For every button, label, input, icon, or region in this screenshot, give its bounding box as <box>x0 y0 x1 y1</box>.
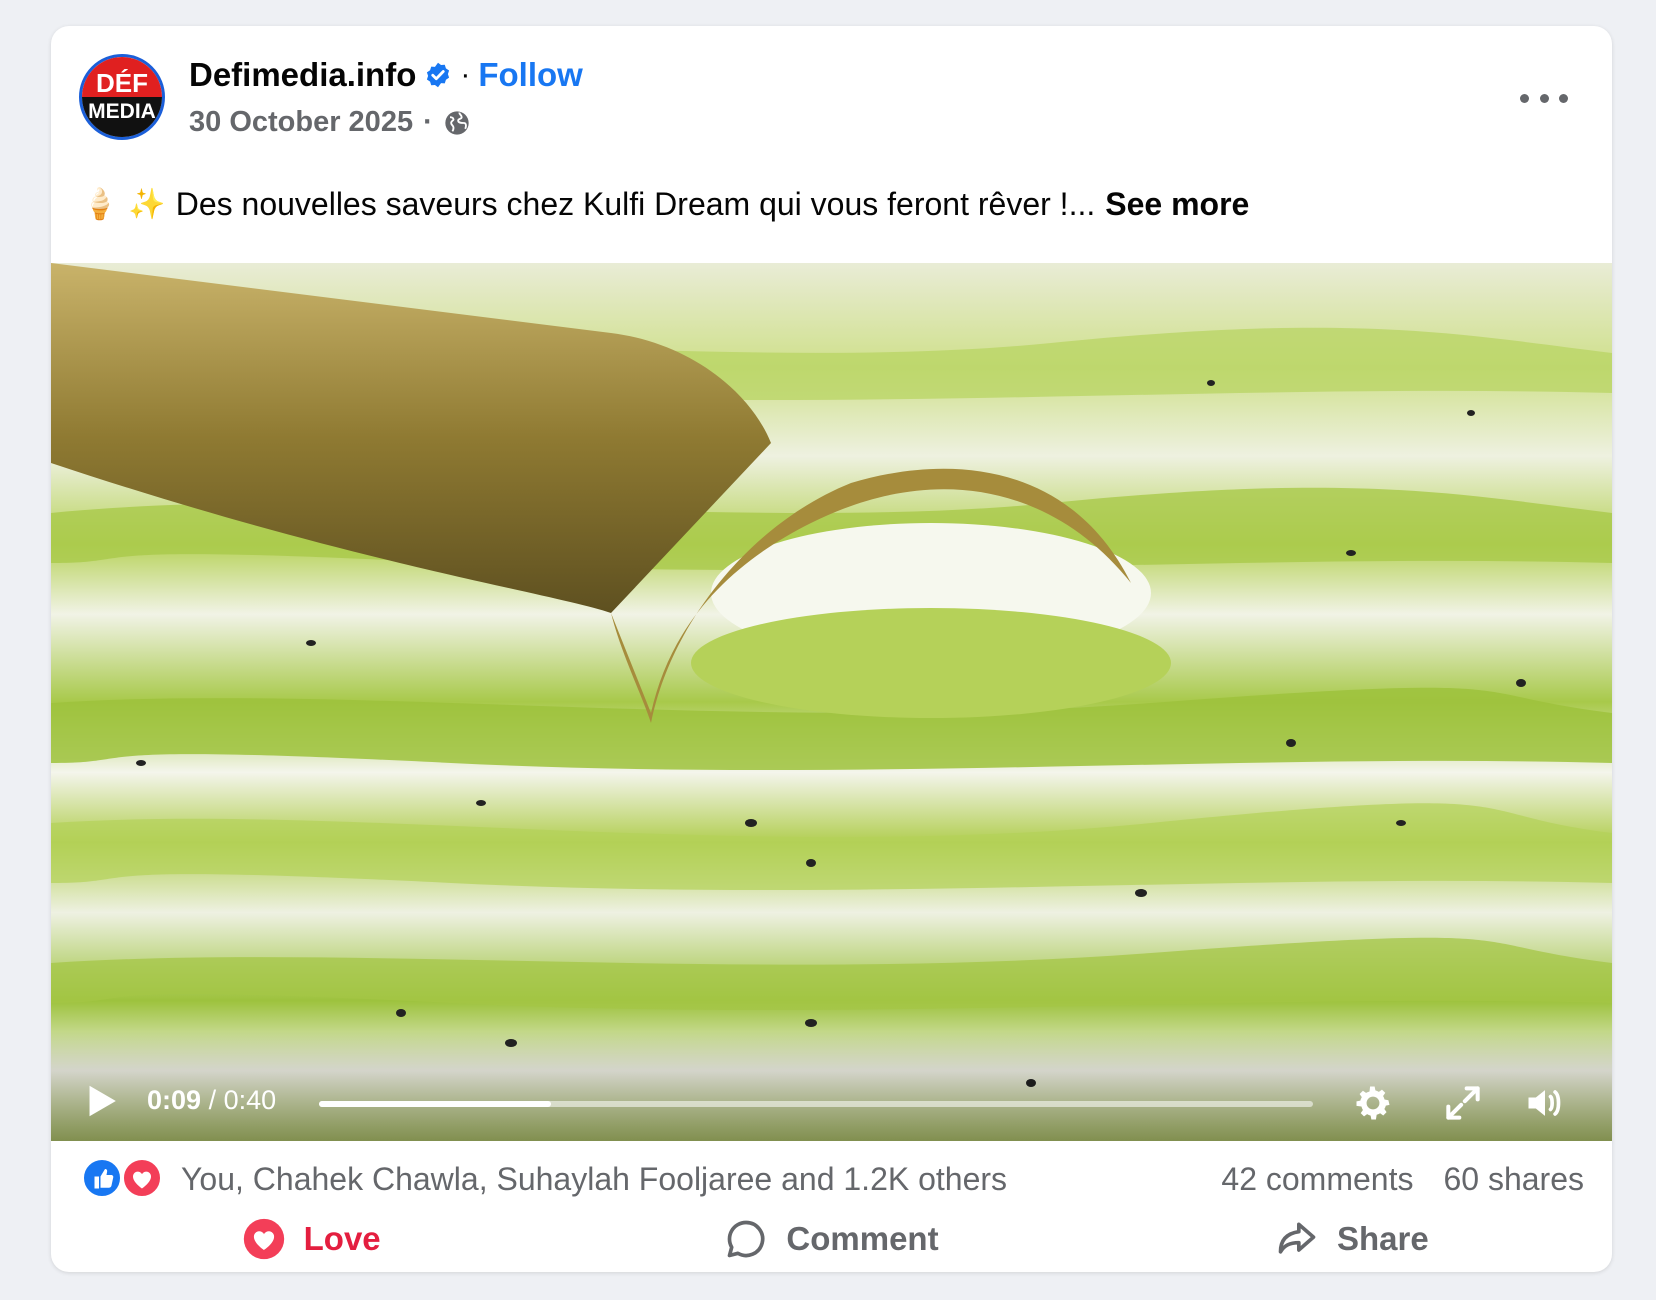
play-icon[interactable] <box>85 1083 119 1119</box>
video-frame-image <box>51 263 1612 1087</box>
share-arrow-icon <box>1278 1222 1316 1254</box>
reaction-icons[interactable] <box>81 1157 167 1199</box>
action-bar: Love Comment Share <box>51 1206 1612 1272</box>
post-header: DÉF MEDIA Defimedia.info · Follow 30 Oct… <box>51 26 1612 166</box>
page-avatar[interactable]: DÉF MEDIA <box>79 54 165 140</box>
follow-button[interactable]: Follow <box>478 56 582 94</box>
engagement-counts: 42 comments 60 shares <box>1221 1161 1584 1198</box>
avatar-bottom-text: MEDIA <box>82 97 162 137</box>
reaction-names[interactable]: You, Chahek Chawla, Suhaylah Fooljaree a… <box>181 1161 1007 1198</box>
globe-icon <box>445 110 469 135</box>
comment-bubble-icon <box>728 1220 765 1258</box>
progress-fill <box>319 1101 551 1107</box>
see-more-link[interactable]: See more <box>1105 186 1249 223</box>
video-time: 0:09 / 0:40 <box>147 1085 276 1116</box>
love-button[interactable]: Love <box>51 1206 571 1272</box>
page-name[interactable]: Defimedia.info <box>189 56 416 94</box>
video-progress-bar[interactable] <box>319 1101 1313 1107</box>
video-player[interactable]: 0:09 / 0:40 <box>51 263 1612 1141</box>
like-reaction-icon <box>81 1157 123 1199</box>
post-date[interactable]: 30 October 2025 <box>189 106 413 139</box>
more-dot <box>1520 93 1529 103</box>
ice-cream-emoji: 🍦 <box>81 188 119 221</box>
current-time: 0:09 <box>147 1085 202 1115</box>
more-options-icon[interactable] <box>1520 86 1568 110</box>
more-dot <box>1559 93 1568 103</box>
date-separator: · <box>423 106 433 138</box>
verified-badge-icon <box>427 62 450 88</box>
comment-button[interactable]: Comment <box>571 1206 1091 1272</box>
share-label: Share <box>1336 1220 1429 1257</box>
duration: / 0:40 <box>208 1085 277 1115</box>
avatar-top-text: DÉF <box>82 57 162 98</box>
post-meta: 30 October 2025 · <box>189 106 471 139</box>
post-card: DÉF MEDIA Defimedia.info · Follow 30 Oct… <box>51 26 1612 1272</box>
sparkles-emoji: ✨ <box>128 188 166 221</box>
share-button[interactable]: Share <box>1092 1206 1612 1272</box>
post-caption: 🍦 ✨ Des nouvelles saveurs chez Kulfi Dre… <box>81 186 1249 223</box>
name-separator: · <box>460 58 471 91</box>
love-label: Love <box>303 1220 381 1257</box>
comment-label: Comment <box>786 1220 939 1257</box>
more-dot <box>1539 93 1549 103</box>
shares-count[interactable]: 60 shares <box>1443 1161 1584 1198</box>
comments-count[interactable]: 42 comments <box>1221 1161 1413 1198</box>
love-reaction-icon <box>121 1157 163 1199</box>
caption-text: Des nouvelles saveurs chez Kulfi Dream q… <box>175 186 1096 222</box>
fullscreen-icon[interactable] <box>1441 1081 1485 1125</box>
video-controls: 0:09 / 0:40 <box>51 1031 1612 1141</box>
volume-icon[interactable] <box>1523 1081 1567 1125</box>
settings-gear-icon[interactable] <box>1351 1081 1395 1125</box>
heart-icon <box>243 1218 284 1260</box>
page-name-row: Defimedia.info · Follow <box>189 56 583 94</box>
